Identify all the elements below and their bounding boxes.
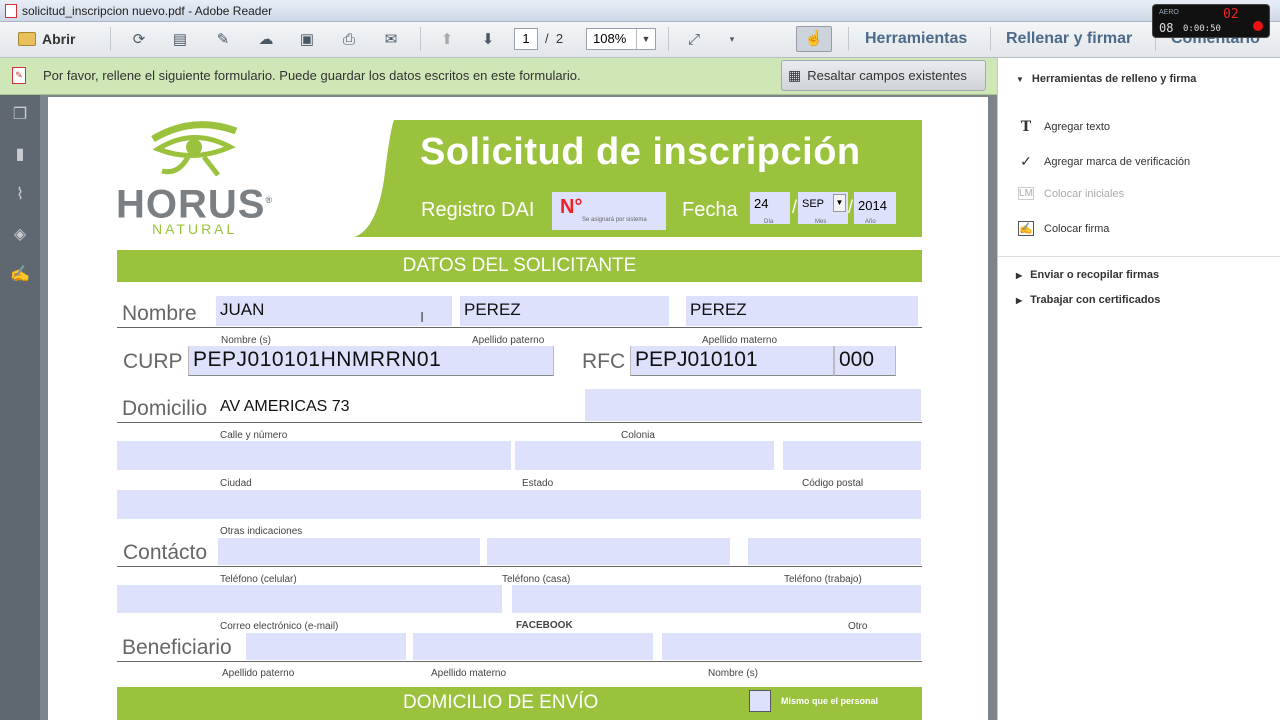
beneficiario-materno-field[interactable] (413, 633, 653, 660)
email-field[interactable] (117, 585, 502, 613)
edit-icon[interactable]: ✎ (213, 29, 233, 49)
apellido-paterno-field[interactable]: PEREZ (460, 296, 669, 326)
nombre-field[interactable]: JUAN (216, 296, 452, 326)
section-datos-solicitante: DATOS DEL SOLICITANTE (117, 250, 922, 282)
otras-indicaciones-field[interactable] (117, 490, 921, 519)
rfc-homoclave-field[interactable]: 000 (834, 346, 896, 376)
work-with-certificates-section[interactable]: ▶ Trabajar con certificados (1016, 294, 1160, 306)
fill-sign-tools-header[interactable]: ▼ Herramientas de relleno y firma (1016, 73, 1196, 85)
apellido-materno-field[interactable]: PEREZ (686, 296, 918, 326)
domicilio-label: Domicilio (122, 397, 208, 420)
section-domicilio-envio: DOMICILIO DE ENVÍO Mismo que el personal (117, 687, 922, 720)
fit-page-icon[interactable]: ⤢ (684, 29, 704, 49)
text-T-icon: T (1020, 119, 1032, 135)
beneficiario-label: Beneficiario (122, 636, 232, 659)
panel-pointer (1012, 95, 1024, 101)
registro-number-field[interactable]: N° Se asignará por sistema (552, 192, 666, 230)
more-tools-chevron-icon[interactable]: ▾ (722, 29, 742, 49)
curp-label: CURP (123, 350, 183, 373)
create-pdf-icon[interactable]: ⟳ (129, 29, 149, 49)
fill-sign-pane-link[interactable]: Rellenar y firmar (1006, 30, 1132, 48)
screen-recorder-widget: AERO 02 08 0:00:50 (1152, 4, 1270, 38)
email-icon[interactable]: ✉ (381, 29, 401, 49)
colonia-field[interactable] (585, 389, 921, 421)
form-notification-bar: ✎ Por favor, rellene el siguiente formul… (0, 58, 997, 95)
open-button[interactable]: Abrir (18, 28, 75, 50)
page-total: / 2 (545, 31, 564, 46)
recorder-clock: 0:00:50 (1183, 24, 1221, 34)
pdf-app-icon (5, 4, 17, 18)
nombre-label: Nombre (122, 302, 197, 325)
contacto-label: Contácto (123, 541, 208, 564)
title-bar: solicitud_inscripcion nuevo.pdf - Adobe … (0, 0, 1280, 22)
ciudad-field[interactable] (117, 441, 511, 470)
signature-icon: ✍ (1018, 221, 1034, 236)
upload-cloud-icon[interactable]: ☁ (256, 29, 276, 49)
fecha-label: Fecha (682, 199, 738, 221)
logo-natural-text: NATURAL (152, 221, 238, 237)
previous-page-icon[interactable]: ⬆ (437, 29, 457, 49)
bookmarks-icon[interactable]: ▮ (10, 145, 30, 165)
telefono-celular-field[interactable] (218, 538, 480, 565)
main-toolbar: Abrir ⟳ ▤ ✎ ☁ ▣ ⎙ ✉ ⬆ ⬇ 1 / 2 108% ▼ ⤢ ▾… (0, 22, 1280, 58)
page-number-input[interactable]: 1 (514, 28, 538, 50)
pdf-form-icon: ✎ (12, 67, 26, 84)
mismo-que-personal-checkbox[interactable] (749, 690, 771, 712)
registro-dai-label: Registro DAI (421, 199, 535, 221)
save-icon[interactable]: ▣ (297, 29, 317, 49)
export-pdf-icon[interactable]: ▤ (170, 29, 190, 49)
add-text-tool[interactable]: T Agregar texto (1018, 119, 1110, 135)
highlight-fields-icon: ▦ (788, 67, 802, 83)
page-thumbnails-icon[interactable]: ❐ (10, 105, 30, 125)
logo-horus-text: HORUS® (116, 182, 274, 227)
telefono-trabajo-field[interactable] (748, 538, 921, 565)
expanded-triangle-icon: ▼ (1016, 75, 1024, 84)
add-checkmark-tool[interactable]: ✓ Agregar marca de verificación (1018, 153, 1190, 170)
zoom-dropdown-icon[interactable]: ▼ (636, 29, 655, 49)
send-collect-signatures-section[interactable]: ▶ Enviar o recopilar firmas (1016, 269, 1159, 281)
attachments-icon[interactable]: ⌇ (10, 185, 30, 205)
hand-tool-icon[interactable]: ☝ (796, 26, 832, 52)
telefono-casa-field[interactable] (487, 538, 730, 565)
place-signature-tool[interactable]: ✍ Colocar firma (1018, 221, 1109, 236)
rfc-label: RFC (582, 350, 626, 373)
checkmark-icon: ✓ (1020, 153, 1032, 169)
recorder-counter: 02 (1223, 7, 1239, 22)
next-page-icon[interactable]: ⬇ (478, 29, 498, 49)
beneficiario-nombre-field[interactable] (662, 633, 921, 660)
estado-field[interactable] (515, 441, 774, 470)
pdf-page: HORUS® NATURAL Solicitud de inscripción … (48, 97, 988, 720)
month-dropdown-icon[interactable]: ▼ (833, 194, 846, 212)
collapsed-triangle-icon: ▶ (1016, 271, 1023, 280)
place-initials-tool[interactable]: LM Colocar iniciales (1018, 187, 1124, 200)
initials-icon: LM (1018, 187, 1034, 200)
rfc-field[interactable]: PEPJ010101 (630, 346, 834, 376)
curp-field[interactable]: PEPJ010101HNMRRN01 (188, 346, 554, 376)
fill-sign-panel: ▼ Herramientas de relleno y firma T Agrega… (997, 58, 1280, 720)
beneficiario-paterno-field[interactable] (246, 633, 406, 660)
record-icon[interactable] (1253, 21, 1263, 31)
print-icon[interactable]: ⎙ (339, 29, 359, 49)
signatures-icon[interactable]: ✍ (10, 265, 30, 285)
horus-eye-logo-icon (151, 121, 238, 177)
highlight-fields-button[interactable]: ▦ Resaltar campos existentes (781, 60, 986, 91)
window-title: solicitud_inscripcion nuevo.pdf - Adobe … (22, 4, 273, 18)
codigo-postal-field[interactable] (783, 441, 921, 470)
open-button-label: Abrir (42, 31, 76, 47)
tools-pane-link[interactable]: Herramientas (865, 30, 967, 48)
text-cursor-icon: I (420, 309, 425, 326)
notification-text: Por favor, rellene el siguiente formular… (43, 68, 581, 83)
calle-field[interactable]: AV AMERICAS 73 (220, 395, 350, 419)
layers-icon[interactable]: ◈ (10, 225, 30, 245)
form-title: Solicitud de inscripción (420, 131, 861, 173)
navigation-pane: ❐ ▮ ⌇ ◈ ✍ (0, 95, 40, 720)
facebook-field[interactable] (512, 585, 921, 613)
folder-icon (18, 32, 36, 46)
collapsed-triangle-icon: ▶ (1016, 296, 1023, 305)
